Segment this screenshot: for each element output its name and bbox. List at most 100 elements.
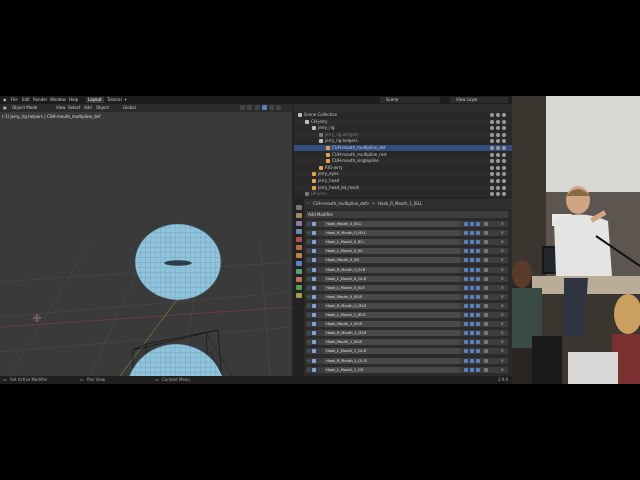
show-render-toggle-icon[interactable] — [476, 276, 480, 281]
modifier-menu-icon[interactable] — [484, 285, 488, 290]
show-viewport-toggle-icon[interactable] — [470, 267, 474, 272]
visibility-toggle-icon[interactable] — [488, 159, 508, 164]
remove-modifier-icon[interactable]: × — [501, 303, 504, 309]
rendered-shading-icon[interactable] — [276, 105, 281, 110]
show-render-toggle-icon[interactable] — [476, 231, 480, 236]
expand-chevron-icon[interactable]: › — [308, 367, 310, 373]
visibility-toggle-icon[interactable] — [488, 165, 508, 170]
modifier-name-field[interactable]: Hook_R_Mouth_0_IELL — [324, 230, 460, 237]
modifier-name-field[interactable]: Hook_Mouth_1_IELR — [324, 321, 460, 328]
visibility-toggle-icon[interactable] — [488, 185, 508, 190]
viewport-menu-object[interactable]: Object — [96, 105, 109, 111]
expand-chevron-icon[interactable]: › — [308, 339, 310, 345]
show-viewport-toggle-icon[interactable] — [470, 276, 474, 281]
object-tab-icon[interactable] — [296, 253, 302, 258]
expand-chevron-icon[interactable]: › — [308, 239, 310, 245]
show-render-toggle-icon[interactable] — [476, 303, 480, 308]
visibility-toggle-icon[interactable] — [488, 152, 508, 157]
expand-chevron-icon[interactable]: › — [308, 276, 310, 282]
modifier-panel[interactable]: › Hook_Mouth_0_0D × — [306, 257, 508, 264]
modifier-name-field[interactable]: Hook_L_Mouth_0_OL.R — [324, 275, 460, 282]
show-render-toggle-icon[interactable] — [476, 294, 480, 299]
outliner-row[interactable]: CH-jerry — [294, 118, 512, 125]
modifier-panel[interactable]: › Hook_Mouth_1_IELR × — [306, 321, 508, 328]
modifier-menu-icon[interactable] — [484, 303, 488, 308]
visibility-toggle-icon[interactable] — [488, 132, 508, 137]
show-render-toggle-icon[interactable] — [476, 340, 480, 345]
edit-mode-toggle-icon[interactable] — [464, 258, 468, 263]
show-viewport-toggle-icon[interactable] — [470, 313, 474, 317]
show-viewport-toggle-icon[interactable] — [470, 285, 474, 290]
modifier-menu-icon[interactable] — [484, 349, 488, 354]
modifier-name-field[interactable]: Hook_R_Mouth_0_ELR — [324, 266, 460, 273]
world-tab-icon[interactable] — [296, 245, 302, 250]
show-render-toggle-icon[interactable] — [476, 249, 480, 254]
show-viewport-toggle-icon[interactable] — [470, 349, 474, 354]
edit-mode-toggle-icon[interactable] — [464, 294, 468, 299]
expand-chevron-icon[interactable]: › — [308, 358, 310, 364]
scene-selector[interactable]: Scene — [380, 97, 440, 103]
visibility-toggle-icon[interactable] — [488, 172, 508, 177]
expand-chevron-icon[interactable]: › — [308, 330, 310, 336]
remove-modifier-icon[interactable]: × — [501, 339, 504, 345]
remove-modifier-icon[interactable]: × — [501, 221, 504, 227]
expand-chevron-icon[interactable]: › — [308, 267, 310, 273]
expand-chevron-icon[interactable]: › — [308, 303, 310, 309]
editor-type-icon[interactable]: ▣ — [3, 105, 7, 111]
menu-edit[interactable]: Edit — [22, 97, 30, 103]
modifier-menu-icon[interactable] — [484, 240, 488, 245]
modifier-panel[interactable]: › Hook_R_Mouth_1_IELR × — [306, 330, 508, 337]
edit-mode-toggle-icon[interactable] — [464, 222, 468, 226]
outliner-row[interactable]: jerry_eyes — [294, 171, 512, 178]
show-viewport-toggle-icon[interactable] — [470, 240, 474, 245]
outliner-row[interactable]: jerry_rig.helpers — [294, 138, 512, 144]
menu-window[interactable]: Window — [50, 97, 66, 103]
modifier-menu-icon[interactable] — [484, 331, 488, 336]
modifier-name-field[interactable]: Hook_L_Mouth_1_IELR — [324, 312, 460, 318]
outliner-panel[interactable]: Scene Collection CH-jerry jerry_rig jerry_r… — [294, 104, 512, 198]
remove-modifier-icon[interactable]: × — [501, 312, 504, 318]
expand-chevron-icon[interactable]: › — [308, 221, 310, 227]
modifier-menu-icon[interactable] — [484, 313, 488, 317]
remove-modifier-icon[interactable]: × — [501, 367, 504, 373]
edit-mode-toggle-icon[interactable] — [464, 231, 468, 236]
show-render-toggle-icon[interactable] — [476, 240, 480, 245]
show-render-toggle-icon[interactable] — [476, 267, 480, 272]
edit-mode-toggle-icon[interactable] — [464, 240, 468, 245]
outliner-row[interactable]: CUH-mouth_singlepline — [294, 158, 512, 165]
modifier-name-field[interactable]: Hook_L_Mouth_1_OL.R — [324, 348, 460, 355]
visibility-toggle-icon[interactable] — [488, 192, 508, 197]
add-workspace-button[interactable]: + — [124, 97, 127, 103]
data-tab-icon[interactable] — [296, 285, 302, 290]
modifier-name-field[interactable]: Hook_L_Mouth_0_IE.L — [324, 239, 460, 246]
modifier-panel[interactable]: › Hook_Mouth_0_IELL × — [306, 221, 508, 227]
remove-modifier-icon[interactable]: × — [501, 358, 504, 364]
modifier-panel[interactable]: › Hook_R_Mouth_1_OL.R × — [306, 357, 508, 364]
modifier-panel[interactable]: › Hook_L_Mouth_0_IE.L × — [306, 239, 508, 246]
3d-viewport[interactable]: ▣ Object Mode View Select Add Object Glo… — [0, 104, 292, 376]
expand-chevron-icon[interactable]: › — [308, 285, 310, 291]
edit-mode-toggle-icon[interactable] — [464, 285, 468, 290]
modifier-menu-icon[interactable] — [484, 322, 488, 327]
remove-modifier-icon[interactable]: × — [501, 248, 504, 254]
viewport-menu-view[interactable]: View — [56, 105, 66, 111]
edit-mode-toggle-icon[interactable] — [464, 349, 468, 354]
render-tab-icon[interactable] — [296, 213, 302, 218]
modifier-name-field[interactable]: Hook_R_Mouth_1_OL.R — [324, 357, 460, 364]
outliner-row[interactable]: jerry_rig.widgets — [294, 131, 512, 138]
edit-mode-toggle-icon[interactable] — [464, 331, 468, 336]
show-render-toggle-icon[interactable] — [476, 349, 480, 354]
show-render-toggle-icon[interactable] — [476, 258, 480, 263]
xray-toggle-icon[interactable] — [247, 105, 252, 110]
outliner-row[interactable]: Scene Collection — [294, 112, 512, 118]
solid-shading-icon[interactable] — [262, 105, 267, 110]
show-render-toggle-icon[interactable] — [476, 322, 480, 327]
jerry-head-mesh[interactable] — [126, 343, 226, 376]
show-render-toggle-icon[interactable] — [476, 367, 480, 372]
visibility-toggle-icon[interactable] — [488, 146, 508, 150]
modifier-name-field[interactable]: Hook_R_Mouth_0_IELR — [324, 302, 460, 309]
menu-help[interactable]: Help — [69, 97, 78, 103]
mouth-ring-mesh[interactable] — [134, 223, 222, 301]
physics-tab-icon[interactable] — [296, 269, 302, 274]
modifier-panel[interactable]: › Hook_Mouth_1_IELR × — [306, 339, 508, 346]
